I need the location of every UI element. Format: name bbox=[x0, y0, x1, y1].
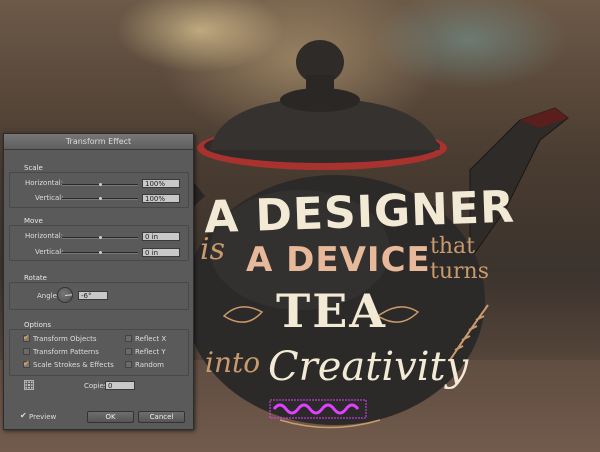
cancel-button[interactable]: Cancel bbox=[138, 411, 185, 423]
dialog-title[interactable]: Transform Effect bbox=[4, 134, 193, 150]
copies-label: Copies bbox=[84, 382, 108, 390]
move-vertical-field[interactable]: 0 in bbox=[142, 248, 180, 257]
line4-main-text: Creativity bbox=[268, 344, 469, 390]
options-group-label: Options bbox=[24, 321, 52, 329]
ok-button[interactable]: OK bbox=[87, 411, 134, 423]
reflect-y-checkbox[interactable] bbox=[125, 348, 132, 355]
move-horizontal-field[interactable]: 0 in bbox=[142, 232, 180, 241]
rotate-group-label: Rotate bbox=[24, 274, 47, 282]
scale-vertical-label: Vertical: bbox=[35, 194, 64, 202]
rotate-angle-label: Angle: bbox=[37, 292, 60, 300]
scale-strokes-checkmark-icon: ✔ bbox=[23, 359, 30, 368]
scale-horizontal-label: Horizontal: bbox=[25, 179, 64, 187]
line4-prefix-text: into bbox=[205, 346, 261, 379]
scale-horizontal-slider-knob[interactable] bbox=[98, 183, 102, 186]
rotate-angle-dial[interactable] bbox=[57, 287, 73, 303]
reflect-y-label[interactable]: Reflect Y bbox=[135, 348, 166, 356]
copies-field[interactable]: 0 bbox=[105, 381, 135, 390]
reference-point-icon[interactable] bbox=[24, 380, 34, 390]
transform-patterns-checkbox[interactable] bbox=[23, 348, 30, 355]
random-label[interactable]: Random bbox=[135, 361, 164, 369]
rotate-angle-dial-indicator bbox=[65, 294, 73, 296]
move-horizontal-slider-knob[interactable] bbox=[98, 236, 102, 239]
scale-vertical-slider-knob[interactable] bbox=[98, 197, 102, 200]
transform-objects-checkmark-icon: ✔ bbox=[23, 333, 30, 342]
scale-vertical-field[interactable]: 100% bbox=[142, 194, 180, 203]
rotate-angle-field[interactable]: -6° bbox=[78, 291, 108, 300]
preview-checkmark-icon: ✔ bbox=[20, 411, 27, 420]
line3-text: TEA bbox=[276, 284, 387, 338]
line2-main-text: A DEVICE bbox=[246, 240, 431, 280]
scale-group-label: Scale bbox=[24, 164, 43, 172]
line2-suffix-b-text: turns bbox=[430, 259, 489, 284]
move-vertical-slider-knob[interactable] bbox=[98, 251, 102, 254]
reflect-x-label[interactable]: Reflect X bbox=[135, 335, 166, 343]
scale-vertical-slider[interactable] bbox=[62, 197, 138, 200]
line2-prefix-text: is bbox=[200, 232, 225, 267]
line2-suffix-a-text: that bbox=[430, 234, 475, 259]
reflect-x-checkbox[interactable] bbox=[125, 335, 132, 342]
move-horizontal-slider[interactable] bbox=[62, 236, 138, 239]
move-group-label: Move bbox=[24, 217, 43, 225]
transform-patterns-label[interactable]: Transform Patterns bbox=[33, 348, 99, 356]
transform-effect-dialog: Transform Effect Scale Horizontal: 100% … bbox=[3, 133, 194, 430]
scale-strokes-label[interactable]: Scale Strokes & Effects bbox=[33, 361, 114, 369]
transform-objects-label[interactable]: Transform Objects bbox=[33, 335, 97, 343]
move-vertical-slider[interactable] bbox=[62, 251, 138, 254]
scale-horizontal-slider[interactable] bbox=[62, 183, 138, 186]
move-vertical-label: Vertical: bbox=[35, 248, 64, 256]
scale-horizontal-field[interactable]: 100% bbox=[142, 179, 180, 188]
preview-label[interactable]: Preview bbox=[29, 413, 56, 421]
move-horizontal-label: Horizontal: bbox=[25, 232, 64, 240]
random-checkbox[interactable] bbox=[125, 361, 132, 368]
